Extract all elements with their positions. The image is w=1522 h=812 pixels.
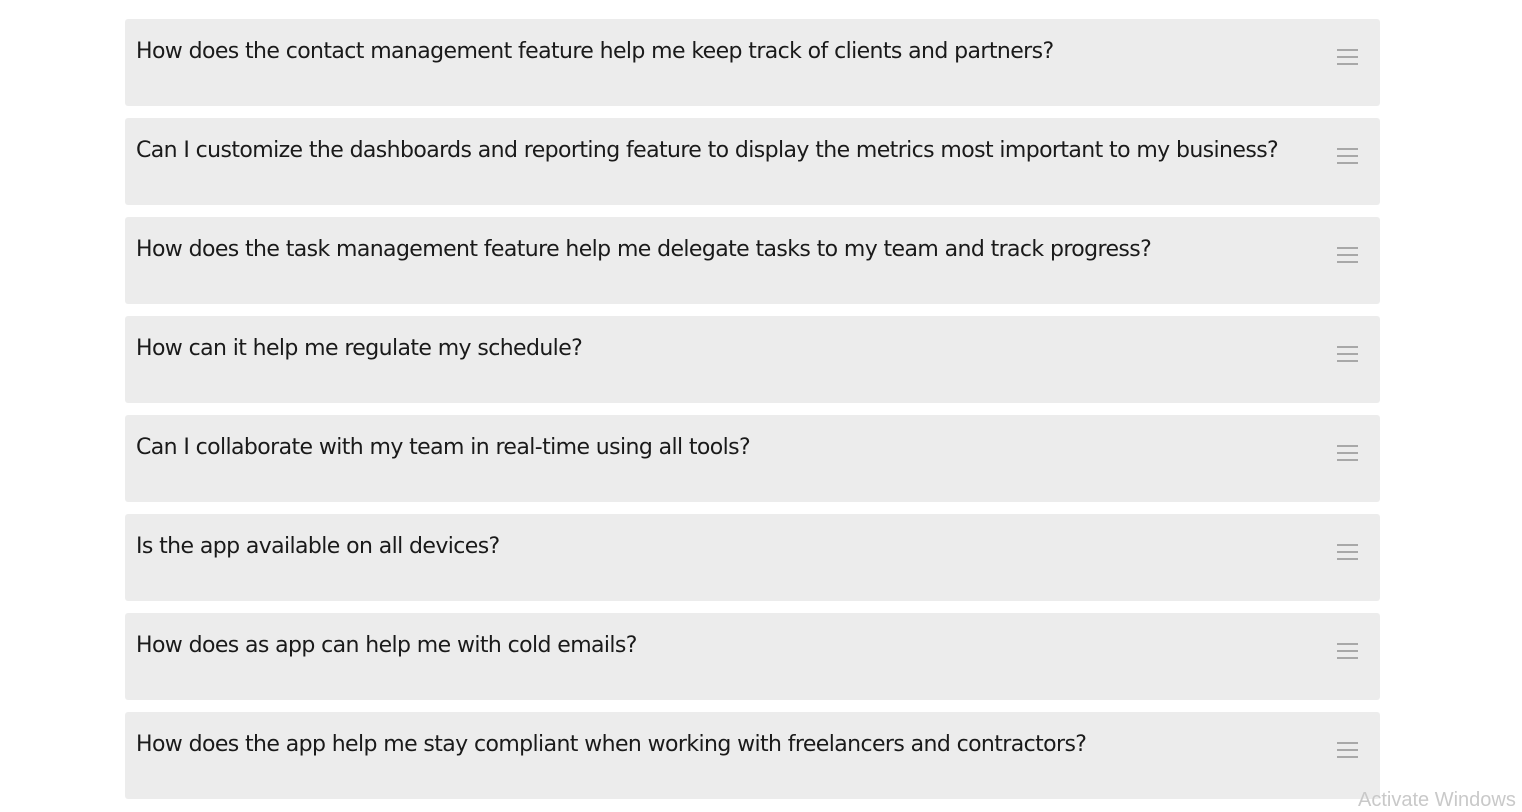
faq-item-collaborate-realtime[interactable]: Can I collaborate with my team in real-t… bbox=[125, 415, 1380, 502]
faq-question: Can I customize the dashboards and repor… bbox=[136, 138, 1279, 163]
faq-item-stay-compliant[interactable]: How does the app help me stay compliant … bbox=[125, 712, 1380, 799]
menu-icon bbox=[1337, 642, 1358, 660]
faq-item-contact-management[interactable]: How does the contact management feature … bbox=[125, 19, 1380, 106]
menu-icon bbox=[1337, 345, 1358, 363]
menu-icon bbox=[1337, 246, 1358, 264]
faq-question: Can I collaborate with my team in real-t… bbox=[136, 435, 751, 460]
faq-question: How does the task management feature hel… bbox=[136, 237, 1152, 262]
faq-item-cold-emails[interactable]: How does as app can help me with cold em… bbox=[125, 613, 1380, 700]
menu-icon bbox=[1337, 444, 1358, 462]
menu-icon bbox=[1337, 543, 1358, 561]
faq-question: How does the contact management feature … bbox=[136, 39, 1054, 64]
faq-question: How does the app help me stay compliant … bbox=[136, 732, 1087, 757]
faq-question: How can it help me regulate my schedule? bbox=[136, 336, 583, 361]
faq-item-regulate-schedule[interactable]: How can it help me regulate my schedule? bbox=[125, 316, 1380, 403]
faq-question: How does as app can help me with cold em… bbox=[136, 633, 637, 658]
faq-item-available-devices[interactable]: Is the app available on all devices? bbox=[125, 514, 1380, 601]
faq-item-customize-dashboards[interactable]: Can I customize the dashboards and repor… bbox=[125, 118, 1380, 205]
activate-windows-watermark: Activate Windows bbox=[1358, 789, 1516, 811]
faq-item-task-management[interactable]: How does the task management feature hel… bbox=[125, 217, 1380, 304]
faq-question: Is the app available on all devices? bbox=[136, 534, 500, 559]
faq-list: How does the contact management feature … bbox=[125, 19, 1380, 811]
menu-icon bbox=[1337, 48, 1358, 66]
menu-icon bbox=[1337, 147, 1358, 165]
menu-icon bbox=[1337, 741, 1358, 759]
